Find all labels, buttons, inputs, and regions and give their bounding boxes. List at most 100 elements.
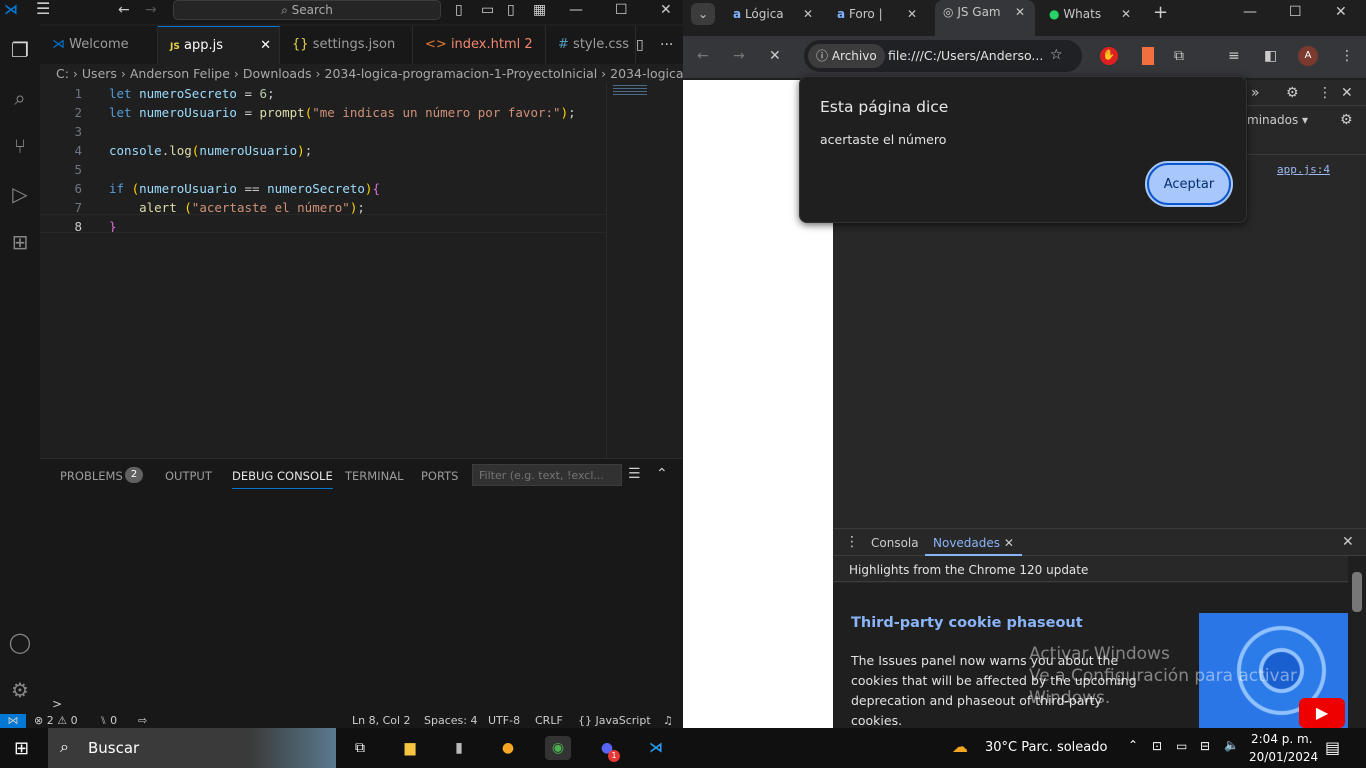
network-icon[interactable]: ⊟ [1200, 739, 1210, 753]
close-window-icon[interactable]: ✕ [660, 0, 672, 20]
crumb[interactable]: Anderson Felipe [130, 66, 230, 81]
article-title[interactable]: Third-party cookie phaseout [851, 615, 1083, 631]
adblock-extension-icon[interactable]: ✋ [1100, 47, 1118, 65]
close-tab-icon[interactable]: ✕ [1015, 0, 1025, 24]
scrollbar[interactable] [1348, 556, 1366, 728]
browser-tab[interactable]: ● Whats ✕ [1041, 2, 1141, 28]
forward-icon[interactable]: → [145, 0, 157, 20]
crumb[interactable]: Users [82, 66, 117, 81]
console-prompt[interactable]: > [52, 697, 62, 711]
close-tab-icon[interactable]: ✕ [803, 2, 813, 26]
toggle-panel-icon[interactable]: ▭ [481, 0, 494, 20]
profile-avatar[interactable]: A [1298, 46, 1318, 66]
code-line[interactable]: console.log(numeroUsuario); [109, 143, 312, 158]
tab-console[interactable]: Consola [871, 536, 919, 550]
console-settings-icon[interactable]: ⚙ [1340, 110, 1353, 130]
minimize-icon[interactable]: — [1243, 2, 1257, 22]
discord-icon[interactable]: ● 1 [594, 736, 620, 762]
maximize-panel-icon[interactable]: ⌃ [656, 464, 668, 484]
code-line[interactable]: if (numeroUsuario == numeroSecreto){ [109, 181, 380, 196]
minimap[interactable] [606, 83, 683, 458]
close-tab-icon[interactable]: ✕ [907, 2, 917, 26]
source-control-icon[interactable]: ⑂ [6, 132, 34, 160]
close-window-icon[interactable]: ✕ [1335, 2, 1347, 22]
camera-icon[interactable]: ⊡ [1152, 739, 1162, 753]
url-text[interactable]: file:///C:/Users/Anderso... [888, 48, 1043, 63]
crumb[interactable]: 2034-logica-programacion-1-ProyectoInici… [325, 66, 598, 81]
log-level-dropdown[interactable]: minados ▾ [1247, 113, 1308, 127]
tab-search-icon[interactable]: ⌄ [691, 3, 715, 25]
tab-output[interactable]: OUTPUT [165, 469, 212, 483]
close-devtools-icon[interactable]: ✕ [1341, 83, 1353, 103]
menu-icon[interactable]: ☰ [36, 0, 50, 19]
browser-tab[interactable]: a Lógica ✕ [725, 2, 823, 28]
crumb[interactable]: Downloads [243, 66, 312, 81]
settings-gear-icon[interactable]: ⚙ [6, 676, 34, 704]
tab-ports[interactable]: PORTS [421, 469, 458, 483]
scrollbar-thumb[interactable] [1352, 572, 1362, 612]
search-icon[interactable]: ⌕ [6, 84, 34, 112]
file-explorer-icon[interactable]: ▆ [397, 736, 423, 760]
back-icon[interactable]: ← [697, 46, 709, 66]
action-center-icon[interactable]: ▤ [1325, 738, 1340, 757]
chrome-taskbar-icon[interactable]: ◉ [545, 736, 571, 760]
problems-status[interactable]: ⊗ 2 ⚠ 0 [34, 714, 78, 728]
minimize-icon[interactable]: — [569, 0, 583, 20]
maximize-icon[interactable]: ☐ [615, 0, 628, 20]
forward-icon[interactable]: → [733, 46, 745, 66]
code-line[interactable]: let numeroSecreto = 6; [109, 86, 275, 101]
media-control-icon[interactable]: ≡ [1228, 46, 1240, 66]
tab-index-html[interactable]: <> index.html 2 [413, 26, 546, 64]
tab-app-js[interactable]: JS app.js ✕ [158, 26, 280, 64]
browser-tab-active[interactable]: ◎ JS Gam ✕ [935, 0, 1035, 36]
tab-whats-new[interactable]: Novedades ✕ [925, 529, 1022, 556]
maximize-icon[interactable]: ☐ [1289, 2, 1302, 22]
close-tab-icon[interactable]: ✕ [1121, 2, 1131, 26]
command-search[interactable]: ⌕ Search [173, 0, 441, 20]
tab-problems[interactable]: PROBLEMS [60, 469, 123, 483]
indentation[interactable]: Spaces: 4 [424, 714, 477, 728]
close-tab-icon[interactable]: ✕ [1004, 536, 1014, 550]
weather-text[interactable]: 30°C Parc. soleado [985, 740, 1107, 755]
accept-button[interactable]: Aceptar [1145, 161, 1233, 207]
more-actions-icon[interactable]: ··· [660, 35, 673, 55]
clock-time[interactable]: 2:04 p. m. [1251, 732, 1313, 746]
volume-icon[interactable]: 🔈 [1224, 738, 1239, 752]
toggle-secondary-sidebar-icon[interactable]: ▯ [507, 0, 515, 20]
extensions-icon[interactable]: ⊞ [6, 228, 34, 256]
remote-icon[interactable]: ⋈ [0, 714, 26, 728]
medal-app-icon[interactable]: ● [495, 736, 521, 760]
clock-date[interactable]: 20/01/2024 [1249, 750, 1318, 764]
tab-terminal[interactable]: TERMINAL [345, 469, 403, 483]
task-view-icon[interactable]: ⧉ [347, 736, 373, 760]
vscode-taskbar-icon[interactable]: ⋊ [643, 736, 669, 760]
cursor-position[interactable]: Ln 8, Col 2 [352, 714, 411, 728]
windows-start-icon[interactable]: ⊞ [14, 738, 29, 759]
drawer-menu-icon[interactable]: ⋮ [845, 532, 859, 552]
side-panel-icon[interactable]: ◧ [1264, 46, 1277, 66]
clear-console-icon[interactable]: ☰ [628, 464, 641, 484]
address-bar[interactable]: ⓘ Archivo file:///C:/Users/Anderso... ☆ [804, 40, 1082, 72]
stop-loading-icon[interactable]: ✕ [769, 46, 781, 66]
filter-input[interactable] [472, 464, 622, 486]
ports-status[interactable]: ⑊ 0 [100, 714, 117, 728]
devtools-settings-icon[interactable]: ⚙ [1286, 83, 1299, 103]
crumb[interactable]: 2034-logica-pr [610, 66, 683, 81]
phone-app-icon[interactable]: ▮ [446, 736, 472, 760]
battery-icon[interactable]: ▭ [1176, 739, 1187, 753]
source-link[interactable]: app.js:4 [1277, 163, 1330, 176]
close-drawer-icon[interactable]: ✕ [1342, 532, 1354, 552]
tab-welcome[interactable]: ⋊ Welcome [40, 26, 158, 64]
taskbar-search[interactable]: ⌕ Buscar [48, 728, 336, 768]
crumb[interactable]: C: [56, 66, 69, 81]
tab-settings-json[interactable]: {} settings.json [280, 26, 413, 64]
layout-icon[interactable]: ▦ [533, 0, 546, 20]
account-icon[interactable]: ◯ [6, 628, 34, 656]
devtools-menu-icon[interactable]: ⋮ [1318, 83, 1332, 103]
code-line[interactable]: let numeroUsuario = prompt("me indicas u… [109, 105, 576, 120]
extensions-puzzle-icon[interactable]: ⧉ [1174, 46, 1184, 66]
encoding[interactable]: UTF-8 [488, 714, 520, 728]
tab-debug-console[interactable]: DEBUG CONSOLE [232, 469, 333, 489]
show-hidden-icons[interactable]: ⌃ [1128, 738, 1138, 752]
new-tab-icon[interactable]: + [1153, 3, 1168, 23]
